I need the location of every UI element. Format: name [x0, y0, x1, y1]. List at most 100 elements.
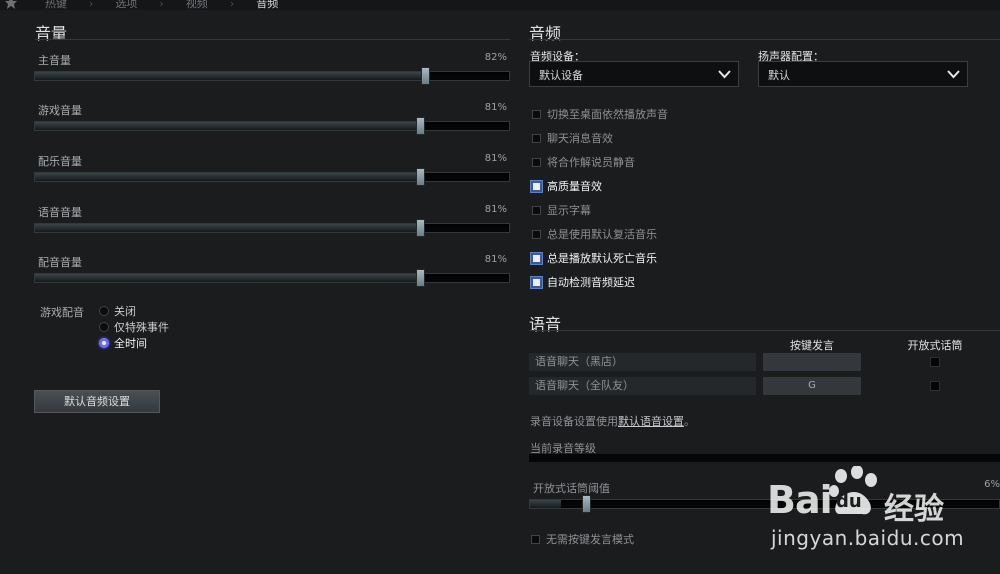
- checkbox-label: 自动检测音频延迟: [547, 276, 635, 289]
- checkbox[interactable]: [531, 534, 540, 544]
- game-voice-radio-group: 关闭 仅特殊事件 全时间: [99, 303, 169, 351]
- voice-chat-team-label: 语音聊天（全队友）: [529, 377, 756, 395]
- checkbox[interactable]: [532, 109, 541, 119]
- volume-slider-label: 主音量: [38, 54, 71, 67]
- checkbox[interactable]: [532, 157, 541, 167]
- audio-option[interactable]: 总是使用默认复活音乐: [532, 226, 657, 242]
- volume-slider-track[interactable]: [34, 269, 510, 287]
- audio-option[interactable]: 显示字幕: [532, 202, 591, 218]
- slider-fill: [35, 173, 419, 181]
- audio-option[interactable]: 聊天消息音效: [532, 130, 613, 146]
- voice-chat-shop-keybind[interactable]: [763, 353, 861, 371]
- watermark-brand: Bai: [767, 478, 833, 522]
- game-voice-label: 游戏配音: [40, 306, 84, 319]
- slider-handle[interactable]: [421, 67, 430, 85]
- no-ptt-mode-option[interactable]: 无需按键发言模式: [531, 531, 634, 547]
- voice-chat-team-keybind[interactable]: G: [763, 377, 861, 395]
- slider-handle[interactable]: [582, 495, 591, 513]
- slider-handle[interactable]: [416, 117, 425, 135]
- voice-section-title: 语音: [529, 315, 562, 334]
- open-mic-threshold-label: 开放式话筒阈值: [533, 482, 610, 495]
- voice-chat-shop-label: 语音聊天（黑店）: [529, 353, 756, 371]
- checkbox-label: 将合作解说员静音: [547, 156, 635, 169]
- radio-button[interactable]: [99, 322, 109, 332]
- default-voice-settings-link[interactable]: 默认语音设置: [618, 415, 684, 428]
- tab-hotkeys[interactable]: 热键: [45, 0, 67, 10]
- radio-all-time[interactable]: 全时间: [99, 335, 169, 351]
- slider-fill: [35, 72, 424, 80]
- slider-handle[interactable]: [416, 269, 425, 287]
- audio-option[interactable]: 切换至桌面依然播放声音: [532, 106, 668, 122]
- checkbox-label: 总是播放默认死亡音乐: [547, 252, 657, 265]
- checkbox-label: 显示字幕: [547, 204, 591, 217]
- slider-fill: [35, 274, 419, 282]
- open-mic-threshold-value: 6%: [984, 479, 1000, 490]
- open-mic-header: 开放式话筒: [907, 339, 963, 352]
- audio-option[interactable]: 总是播放默认死亡音乐: [531, 250, 657, 266]
- tab-audio[interactable]: 音频: [256, 0, 278, 10]
- volume-slider-label: 配音音量: [38, 256, 82, 269]
- breadcrumb-separator: ›: [159, 0, 164, 10]
- tab-options[interactable]: 选项: [115, 0, 137, 10]
- volume-slider-label: 语音音量: [38, 206, 82, 219]
- checkbox[interactable]: [532, 133, 541, 143]
- slider-fill: [35, 122, 419, 130]
- radio-button[interactable]: [99, 306, 109, 316]
- audio-option[interactable]: 将合作解说员静音: [532, 154, 635, 170]
- chevron-down-icon: [947, 70, 960, 79]
- radio-off[interactable]: 关闭: [99, 303, 169, 319]
- breadcrumb: 热键 › 选项 › 视频 › 音频: [45, 0, 278, 11]
- breadcrumb-separator: ›: [89, 0, 94, 10]
- volume-slider-track[interactable]: [34, 117, 510, 135]
- push-to-talk-header: 按键发言: [790, 339, 834, 352]
- checkbox-label: 无需按键发言模式: [546, 533, 634, 546]
- record-note-suffix: 。: [684, 415, 695, 428]
- audio-option[interactable]: 高质量音效: [531, 178, 602, 194]
- audio-section-divider: [529, 39, 1000, 40]
- slider-handle[interactable]: [416, 168, 425, 186]
- checkbox[interactable]: [531, 180, 542, 192]
- volume-slider-track[interactable]: [34, 168, 510, 186]
- volume-slider-value: 81%: [484, 254, 507, 265]
- volume-section-divider: [35, 39, 510, 40]
- voice-section-divider: [529, 330, 1000, 331]
- checkbox-label: 切换至桌面依然播放声音: [547, 108, 668, 121]
- speaker-config-dropdown[interactable]: 默认: [758, 61, 968, 87]
- checkbox[interactable]: [531, 252, 542, 264]
- slider-fill: [530, 500, 561, 508]
- game-logo-icon: [5, 0, 17, 9]
- watermark-brand-right: 经验: [884, 492, 944, 527]
- voice-chat-team-open-mic-checkbox[interactable]: [930, 381, 940, 391]
- watermark-brand-middle: du: [836, 491, 862, 512]
- checkbox[interactable]: [532, 205, 541, 215]
- volume-slider-value: 81%: [484, 204, 507, 215]
- default-audio-settings-button[interactable]: 默认音频设置: [34, 390, 160, 413]
- volume-section-title: 音量: [35, 24, 68, 43]
- slider-fill: [35, 224, 419, 232]
- checkbox-label: 高质量音效: [547, 180, 602, 193]
- breadcrumb-separator: ›: [229, 0, 235, 10]
- voice-chat-shop-open-mic-checkbox[interactable]: [930, 357, 940, 367]
- volume-slider-track[interactable]: [34, 219, 510, 237]
- radio-button[interactable]: [99, 338, 109, 348]
- tab-video[interactable]: 视频: [186, 0, 208, 10]
- checkbox[interactable]: [532, 229, 541, 239]
- checkbox[interactable]: [531, 276, 542, 288]
- checkbox-label: 总是使用默认复活音乐: [547, 228, 657, 241]
- volume-slider-value: 82%: [484, 52, 507, 63]
- volume-slider-track[interactable]: [34, 67, 510, 85]
- audio-option[interactable]: 自动检测音频延迟: [531, 274, 635, 290]
- volume-slider-label: 游戏音量: [38, 104, 82, 117]
- checkbox-label: 聊天消息音效: [547, 132, 613, 145]
- watermark-url: jingyan.baidu.com: [771, 526, 965, 550]
- chevron-down-icon: [718, 70, 731, 79]
- radio-label: 仅特殊事件: [114, 321, 169, 334]
- audio-device-dropdown[interactable]: 默认设备: [529, 61, 739, 87]
- radio-label: 全时间: [114, 337, 147, 350]
- slider-handle[interactable]: [416, 219, 425, 237]
- volume-slider-value: 81%: [484, 102, 507, 113]
- record-device-note: 录音设备设置使用默认语音设置。: [530, 413, 695, 429]
- radio-special-events[interactable]: 仅特殊事件: [99, 319, 169, 335]
- speaker-config-value: 默认: [768, 69, 790, 82]
- radio-label: 关闭: [114, 305, 136, 318]
